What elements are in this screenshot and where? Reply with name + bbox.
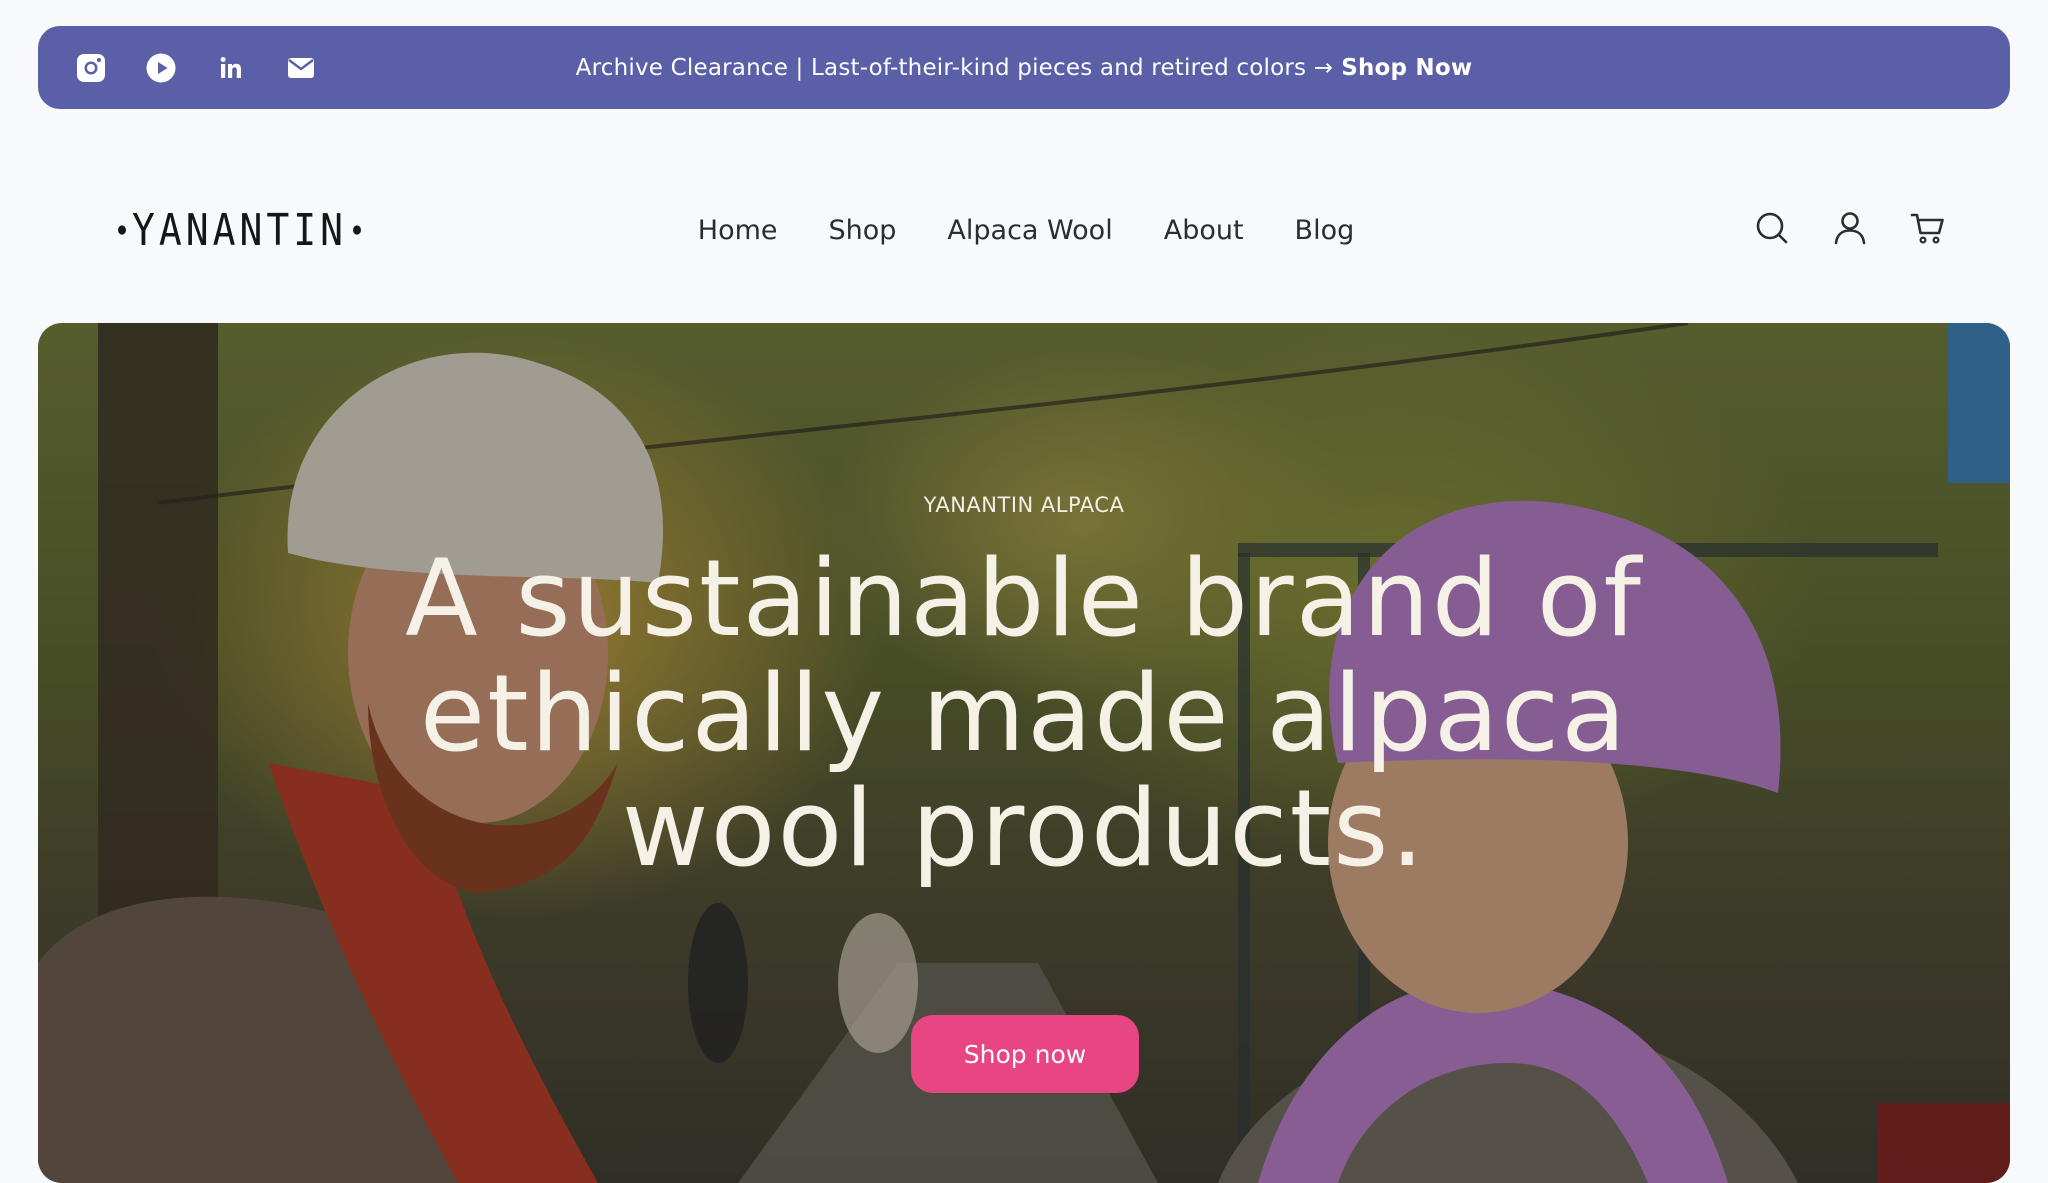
announcement-bar: Archive Clearance | Last-of-their-kind p… — [38, 26, 2010, 109]
main-nav: Home Shop Alpaca Wool About Blog — [0, 202, 2048, 258]
cart-icon — [1910, 213, 1944, 244]
announcement-text: Archive Clearance | Last-of-their-kind p… — [575, 54, 1334, 81]
nav-shop[interactable]: Shop — [829, 215, 897, 246]
shop-now-button[interactable]: Shop now — [911, 1015, 1139, 1093]
hero-banner: YANANTIN ALPACA A sustainable brand of e… — [38, 323, 2010, 1183]
cart-button[interactable] — [1910, 210, 1946, 246]
account-button[interactable] — [1832, 210, 1868, 246]
nav-alpaca-wool[interactable]: Alpaca Wool — [947, 215, 1112, 246]
announcement-message: Archive Clearance | Last-of-their-kind p… — [38, 26, 2010, 109]
nav-blog[interactable]: Blog — [1295, 215, 1355, 246]
hero-eyebrow: YANANTIN ALPACA — [923, 493, 1125, 517]
site-header: YANANTIN Home Shop Alpaca Wool About Blo… — [0, 180, 2048, 280]
search-icon — [1756, 212, 1788, 244]
account-icon — [1834, 212, 1866, 245]
hero-title: A sustainable brand of ethically made al… — [405, 537, 1643, 890]
announcement-shop-now-link[interactable]: Shop Now — [1341, 55, 1472, 81]
nav-about[interactable]: About — [1164, 215, 1244, 246]
nav-home[interactable]: Home — [698, 215, 778, 246]
search-button[interactable] — [1754, 210, 1790, 246]
header-actions — [1754, 210, 1946, 246]
